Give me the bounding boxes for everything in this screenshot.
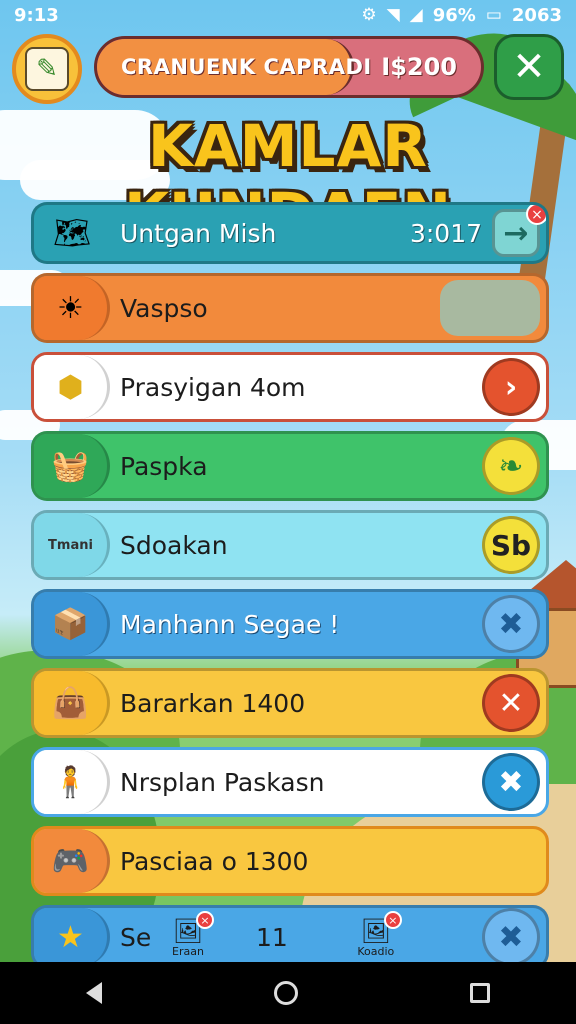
gamepad-icon: 🎮 — [34, 829, 110, 893]
resource-bar: CRANUENK CAPRADI I$200 — [94, 36, 484, 98]
recents-icon[interactable] — [470, 983, 490, 1003]
list-item[interactable]: 📦 Manhann Segae ! ✖ — [31, 589, 549, 659]
list-item[interactable]: 👜 Bararkan 1400 ✕ — [31, 668, 549, 738]
battery-percent: 96% — [432, 4, 476, 26]
chevron-right-icon: › — [504, 369, 518, 405]
mini-item-photo[interactable]: 🖼 Eraan × — [160, 910, 216, 958]
system-nav-bar — [0, 962, 576, 1024]
list-item[interactable]: ★ Se 🖼 Eraan × 11 🖼 Koadio × ✖ — [31, 905, 549, 969]
resource-bar-label: CRANUENK CAPRADI — [121, 55, 372, 79]
coin-button[interactable]: Sb — [482, 516, 540, 574]
ticket-icon-text: Tmani — [48, 537, 93, 553]
list-item-label: Vaspso — [120, 293, 208, 323]
list-item[interactable]: 🗺 Untgan Mish 3:017 → × — [31, 202, 549, 264]
close-button-row[interactable]: ✕ — [482, 674, 540, 732]
location-pin-icon: ⬢ — [34, 355, 110, 419]
settings-icon: ⚙ — [361, 5, 377, 25]
wifi-icon: ◥ — [386, 5, 400, 25]
coin-icon: Sb — [490, 528, 532, 562]
tools-icon: ✖ — [498, 764, 524, 800]
close-badge-icon[interactable]: × — [383, 910, 402, 929]
figure-icon: 🧍 — [34, 750, 110, 814]
tools-icon: ✖ — [498, 919, 524, 955]
chevron-right-button[interactable]: › — [482, 358, 540, 416]
bag-icon: 👜 — [34, 671, 110, 735]
list-item[interactable]: 🧺 Paspka ❧ — [31, 431, 549, 501]
close-badge-icon[interactable]: × — [196, 910, 214, 929]
list-item-label: Sdoakan — [120, 530, 228, 560]
crate-icon: 📦 — [34, 592, 110, 656]
map-icon: 🗺 — [52, 215, 92, 251]
toggle-slot[interactable] — [440, 280, 540, 336]
close-badge-icon[interactable]: × — [526, 205, 546, 225]
player-avatar[interactable]: ✎ — [12, 34, 82, 104]
list-item-label: Nrsplan Paskasn — [120, 767, 325, 797]
tools-icon: ✖ — [498, 606, 524, 642]
list-item-label: Se — [120, 922, 152, 952]
list-item-timer: 3:017 — [409, 218, 482, 248]
leaf-icon: ❧ — [498, 448, 524, 484]
list-item-label: Pasciaa o 1300 — [120, 846, 309, 876]
list-item-count: 11 — [256, 922, 288, 952]
mini-item-caption: Eraan — [172, 944, 204, 958]
star-icon: ★ — [34, 908, 110, 966]
menu-list: 🗺 Untgan Mish 3:017 → × ☀ Vaspso ⬢ Prasy… — [31, 202, 549, 969]
tools-button[interactable]: ✖ — [482, 753, 540, 811]
resource-bar-value: I$200 — [381, 53, 457, 81]
list-item[interactable]: ☀ Vaspso — [31, 273, 549, 343]
back-icon[interactable] — [86, 982, 102, 1004]
ticket-icon: Tmani — [34, 513, 110, 577]
list-item[interactable]: 🧍 Nrsplan Paskasn ✖ — [31, 747, 549, 817]
list-item[interactable]: ⬢ Prasyigan 4om › — [31, 352, 549, 422]
list-item[interactable]: Tmani Sdoakan Sb — [31, 510, 549, 580]
mini-item-frame[interactable]: 🖼 Koadio × — [348, 910, 404, 958]
status-bar: 9:13 ⚙ ◥ ◢ 96% ▭ 2063 — [0, 0, 576, 30]
close-icon: ✕ — [512, 44, 546, 90]
list-item-label: Paspka — [120, 451, 208, 481]
list-item-label: Untgan Mish — [120, 218, 277, 248]
arrow-right-icon: → — [503, 215, 529, 251]
battery-icon: ▭ — [485, 5, 502, 25]
list-item-label: Manhann Segae ! — [120, 609, 340, 639]
sun-icon: ☀ — [34, 276, 110, 340]
list-item-label: Prasyigan 4om — [120, 372, 306, 402]
tools-button[interactable]: ✖ — [482, 908, 540, 966]
scroll-icon: ✎ — [25, 47, 69, 91]
game-header: ✎ CRANUENK CAPRADI I$200 ✕ — [12, 34, 564, 104]
basket-icon: 🧺 — [34, 434, 110, 498]
signal-icon: ◢ — [409, 5, 423, 25]
status-time: 9:13 — [14, 4, 59, 26]
leaf-button[interactable]: ❧ — [482, 437, 540, 495]
mini-item-caption: Koadio — [357, 944, 395, 958]
close-icon: ✕ — [498, 685, 524, 721]
status-clock: 2063 — [511, 4, 562, 26]
close-button[interactable]: ✕ — [494, 34, 564, 100]
tools-button[interactable]: ✖ — [482, 595, 540, 653]
list-item[interactable]: 🎮 Pasciaa o 1300 — [31, 826, 549, 896]
list-item-label: Bararkan 1400 — [120, 688, 306, 718]
home-icon[interactable] — [274, 981, 298, 1005]
